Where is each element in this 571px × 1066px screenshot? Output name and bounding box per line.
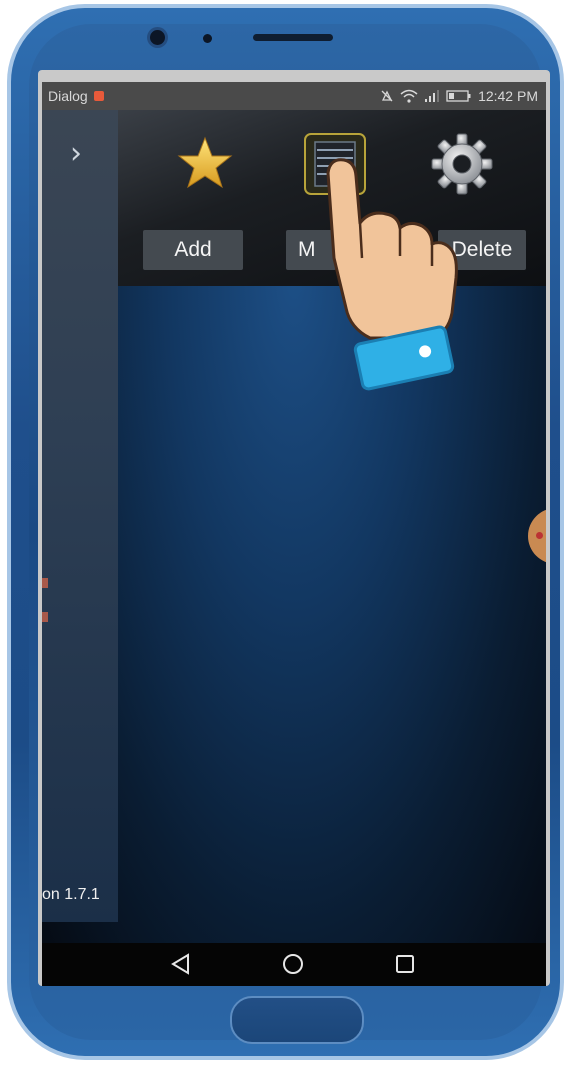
home-icon[interactable]	[280, 951, 306, 977]
mute-icon	[381, 90, 393, 102]
earpiece-speaker	[253, 34, 333, 41]
handle-dot	[536, 532, 543, 539]
recents-icon[interactable]	[392, 951, 418, 977]
back-icon[interactable]	[168, 951, 194, 977]
clock: 12:42 PM	[478, 88, 538, 104]
notification-icon	[93, 91, 104, 101]
add-button[interactable]: Add	[143, 230, 243, 270]
version-label: on 1.7.1	[42, 886, 100, 903]
side-marker	[42, 578, 48, 588]
front-camera	[150, 30, 165, 45]
hardware-home-button[interactable]	[230, 996, 364, 1044]
phone-screen: Dialog 12:42 PM › on 1.7.1 Add M Delete	[38, 70, 550, 986]
edge-handle[interactable]	[528, 508, 546, 564]
battery-icon	[446, 90, 471, 102]
chevron-right-icon[interactable]: ›	[70, 136, 82, 171]
app-content: › on 1.7.1 Add M Delete	[42, 110, 546, 943]
star-icon[interactable]	[173, 132, 237, 196]
navigation-bar	[42, 943, 546, 986]
carrier-label: Dialog	[48, 88, 88, 104]
proximity-sensor	[203, 34, 212, 43]
wifi-icon	[400, 89, 418, 103]
pointing-hand-icon	[326, 158, 458, 391]
side-panel: › on 1.7.1	[42, 110, 118, 922]
status-bar: Dialog 12:42 PM	[42, 82, 546, 110]
signal-icon	[425, 90, 440, 102]
side-marker	[42, 612, 48, 622]
